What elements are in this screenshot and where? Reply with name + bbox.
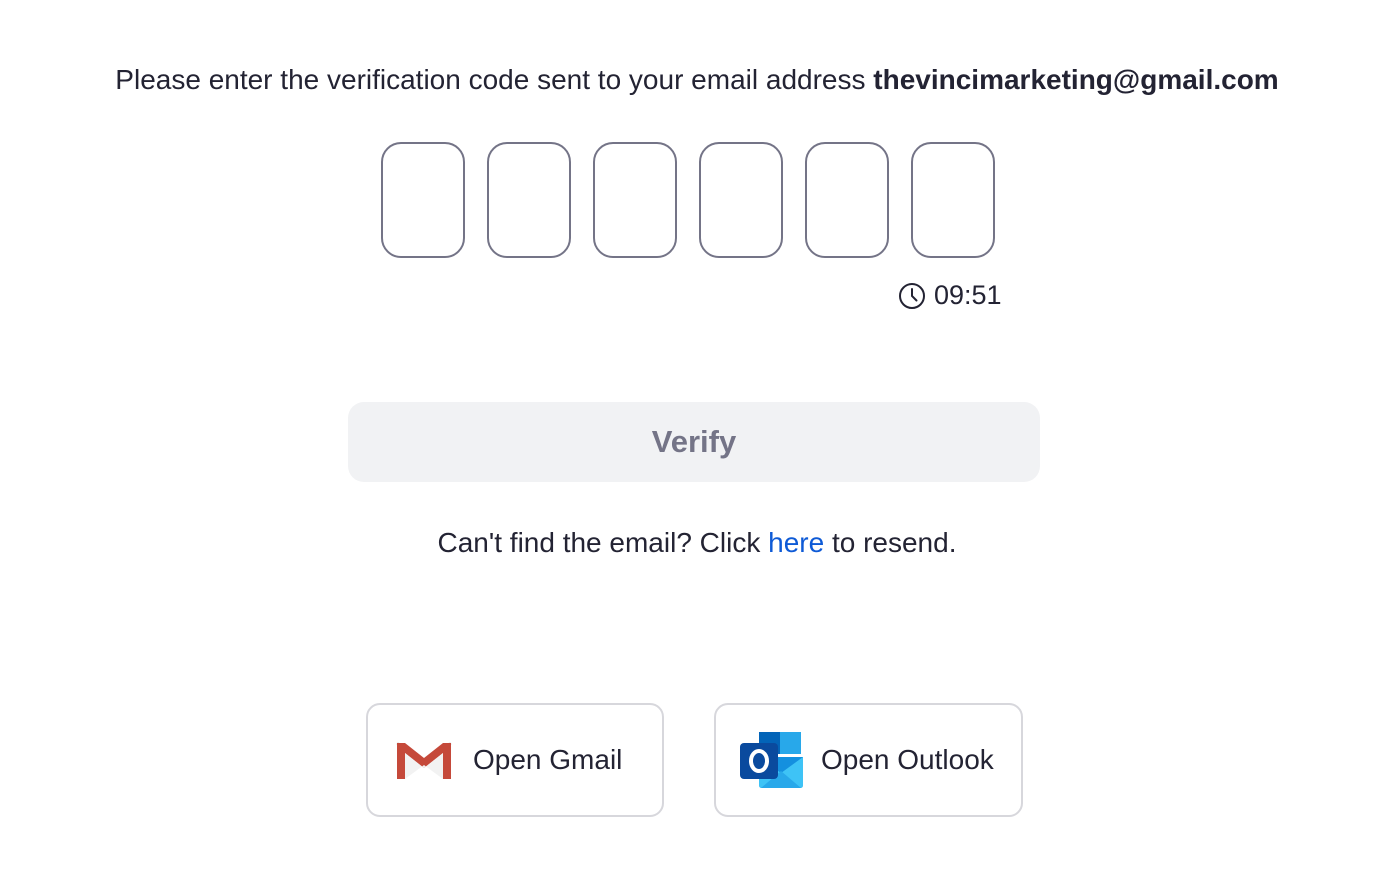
code-digit-2[interactable] — [487, 142, 571, 258]
open-outlook-label: Open Outlook — [821, 744, 994, 775]
resend-prefix: Can't find the email? Click — [437, 527, 761, 558]
open-gmail-button[interactable]: Open Gmail — [366, 703, 664, 817]
prompt-text: Please enter the verification code sent … — [115, 64, 866, 95]
code-digit-1[interactable] — [381, 142, 465, 258]
code-digit-6[interactable] — [911, 142, 995, 258]
resend-suffix: to resend. — [831, 527, 957, 558]
verify-button[interactable]: Verify — [348, 402, 1040, 482]
open-gmail-label: Open Gmail — [473, 744, 623, 775]
code-input-group — [381, 142, 995, 258]
gmail-icon — [395, 739, 453, 781]
code-digit-4[interactable] — [699, 142, 783, 258]
resend-text: Can't find the email? Click here to rese… — [0, 524, 1394, 562]
countdown-timer: 09:51 — [898, 280, 1010, 311]
outlook-icon — [739, 731, 805, 789]
clock-icon — [898, 282, 926, 310]
verification-page: Please enter the verification code sent … — [0, 0, 1394, 874]
timer-value: 09:51 — [934, 280, 1002, 310]
resend-link[interactable]: here — [768, 527, 824, 558]
open-outlook-button[interactable]: Open Outlook — [714, 703, 1023, 817]
code-digit-5[interactable] — [805, 142, 889, 258]
code-digit-3[interactable] — [593, 142, 677, 258]
email-address: thevincimarketing@gmail.com — [873, 64, 1279, 95]
verification-prompt: Please enter the verification code sent … — [0, 60, 1394, 100]
